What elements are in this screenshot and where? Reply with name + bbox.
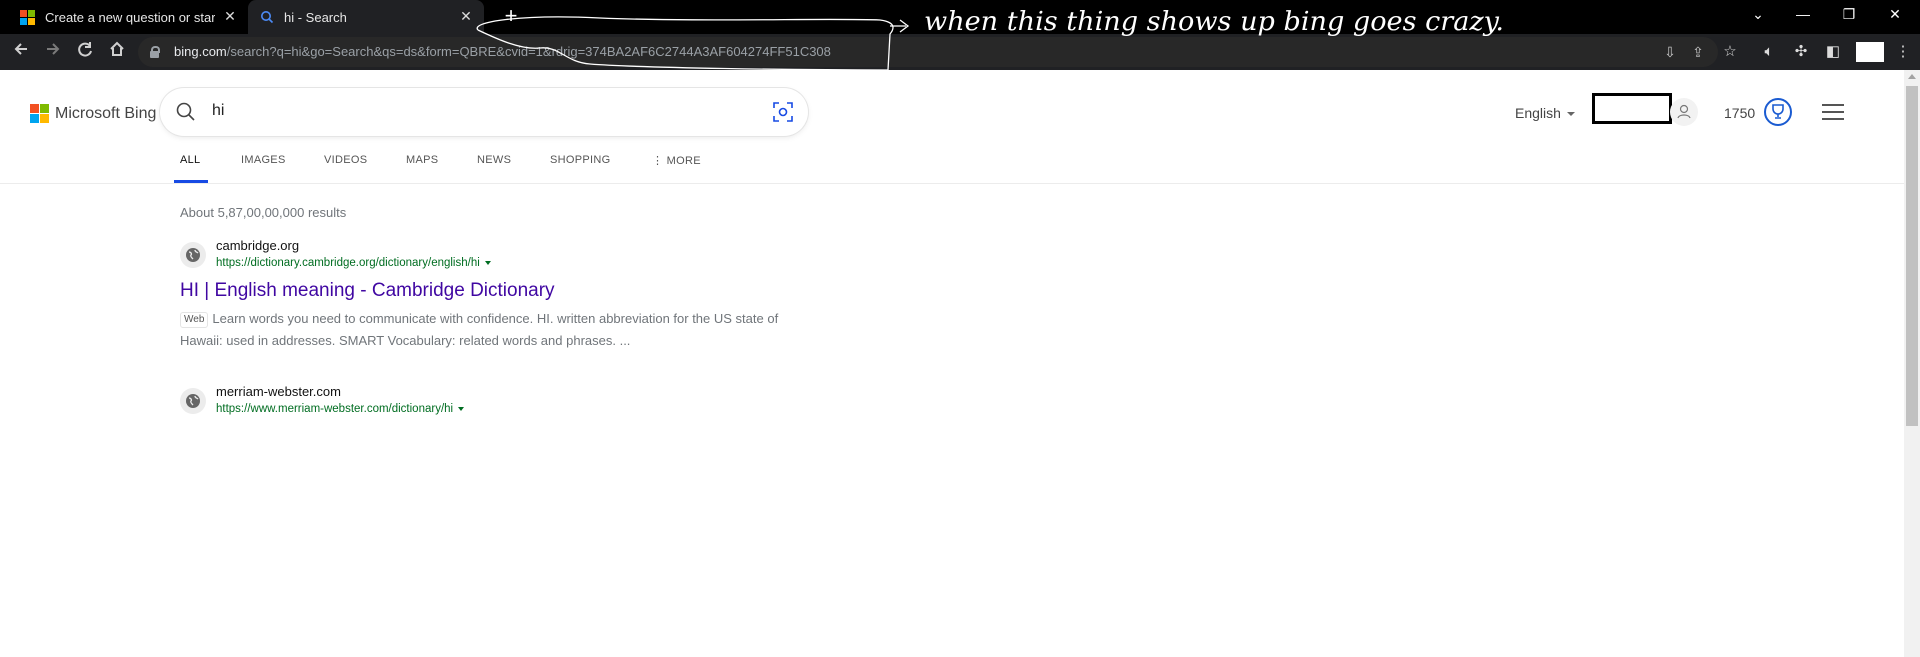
result-title-link[interactable]: HI | English meaning - Cambridge Diction… bbox=[180, 280, 555, 302]
tab-create-question[interactable]: Create a new question or start a discuss… bbox=[0, 0, 248, 34]
url-text[interactable]: bing.com/search?q=hi&go=Search&qs=ds&for… bbox=[174, 44, 831, 59]
search-icon bbox=[261, 11, 274, 24]
tab-news[interactable]: NEWS bbox=[477, 154, 511, 166]
tab-maps[interactable]: MAPS bbox=[406, 154, 438, 166]
result-snippet: Web Learn words you need to communicate w… bbox=[180, 311, 779, 348]
browser-toolbar: bing.com/search?q=hi&go=Search&qs=ds&for… bbox=[0, 34, 1920, 70]
side-panel-icon[interactable]: ◧ bbox=[1820, 39, 1846, 65]
bing-logo[interactable]: Microsoft Bing bbox=[24, 104, 156, 123]
user-icon[interactable] bbox=[1670, 98, 1698, 126]
microsoft-logo-icon bbox=[30, 104, 49, 123]
tab-images[interactable]: IMAGES bbox=[241, 154, 286, 166]
arrow-left-icon bbox=[14, 43, 27, 55]
search-result: cambridge.org https://dictionary.cambrid… bbox=[180, 238, 780, 358]
more-menu-icon[interactable]: ⋮ bbox=[1890, 39, 1916, 65]
volume-icon[interactable]: 🔈︎ bbox=[1756, 39, 1782, 65]
result-site-name[interactable]: merriam-webster.com bbox=[216, 384, 341, 399]
forward-button[interactable] bbox=[40, 39, 66, 65]
lock-icon bbox=[150, 46, 160, 58]
tab-more[interactable]: ⋮ MORE bbox=[652, 154, 701, 167]
home-icon bbox=[110, 41, 124, 56]
globe-icon bbox=[180, 242, 206, 268]
back-button[interactable] bbox=[8, 39, 34, 65]
install-icon[interactable]: ⇩ bbox=[1660, 42, 1680, 62]
share-icon[interactable]: ⇪ bbox=[1688, 42, 1708, 62]
restore-button[interactable]: ❐ bbox=[1826, 0, 1872, 30]
tab-title: hi - Search bbox=[284, 9, 347, 25]
visual-search-icon[interactable] bbox=[772, 101, 794, 123]
page-scrollbar[interactable] bbox=[1904, 70, 1920, 657]
chevron-down-icon[interactable]: ⌄ bbox=[1735, 0, 1781, 30]
close-icon[interactable]: ✕ bbox=[458, 8, 474, 24]
scrollbar-thumb[interactable] bbox=[1906, 86, 1918, 426]
search-result: merriam-webster.com https://www.merriam-… bbox=[180, 384, 780, 424]
tab-all[interactable]: ALL bbox=[180, 154, 200, 166]
arrow-right-icon bbox=[47, 43, 60, 55]
brand-name: Microsoft Bing bbox=[55, 104, 157, 122]
minimize-button[interactable]: — bbox=[1780, 0, 1826, 30]
rewards-trophy-icon[interactable] bbox=[1764, 98, 1792, 126]
reload-icon bbox=[78, 42, 92, 57]
result-site-name[interactable]: cambridge.org bbox=[216, 238, 299, 253]
profile-avatar[interactable] bbox=[1856, 42, 1884, 62]
tab-title: Create a new question or start a discuss… bbox=[45, 9, 215, 25]
home-button[interactable] bbox=[104, 39, 130, 65]
sign-in-button[interactable] bbox=[1592, 93, 1672, 124]
result-count: About 5,87,00,00,000 results bbox=[180, 205, 347, 220]
window-close-button[interactable]: ✕ bbox=[1872, 0, 1918, 30]
new-tab-button[interactable]: + bbox=[500, 5, 522, 28]
caret-down-icon[interactable] bbox=[458, 406, 465, 411]
web-tag: Web bbox=[180, 312, 209, 328]
caret-down-icon[interactable] bbox=[484, 260, 491, 265]
reload-button[interactable] bbox=[72, 39, 98, 65]
result-url[interactable]: https://dictionary.cambridge.org/diction… bbox=[216, 257, 491, 269]
result-url[interactable]: https://www.merriam-webster.com/dictiona… bbox=[216, 403, 465, 415]
tab-bing-search[interactable]: hi - Search ✕ bbox=[248, 0, 484, 34]
search-icon[interactable] bbox=[174, 100, 198, 124]
tab-strip: Create a new question or start a discuss… bbox=[0, 0, 1920, 34]
caret-down-icon bbox=[1566, 112, 1575, 117]
scroll-up-icon[interactable] bbox=[1908, 74, 1916, 79]
microsoft-logo-icon bbox=[20, 9, 35, 25]
search-box[interactable]: hi bbox=[160, 88, 808, 136]
search-input[interactable]: hi bbox=[212, 102, 224, 120]
address-bar[interactable]: bing.com/search?q=hi&go=Search&qs=ds&for… bbox=[138, 37, 1718, 67]
bookmark-star-icon[interactable]: ☆ bbox=[1717, 39, 1743, 65]
hamburger-menu-icon[interactable] bbox=[1822, 104, 1844, 120]
tab-videos[interactable]: VIDEOS bbox=[324, 154, 367, 166]
header-divider bbox=[0, 183, 1904, 184]
more-dots-icon: ⋮ bbox=[652, 155, 667, 167]
rewards-points[interactable]: 1750 bbox=[1724, 105, 1755, 121]
globe-icon bbox=[180, 388, 206, 414]
tab-shopping[interactable]: SHOPPING bbox=[550, 154, 610, 166]
extensions-icon[interactable]: ✣ bbox=[1788, 39, 1814, 65]
language-selector[interactable]: English bbox=[1515, 105, 1575, 121]
close-icon[interactable]: ✕ bbox=[222, 8, 238, 24]
